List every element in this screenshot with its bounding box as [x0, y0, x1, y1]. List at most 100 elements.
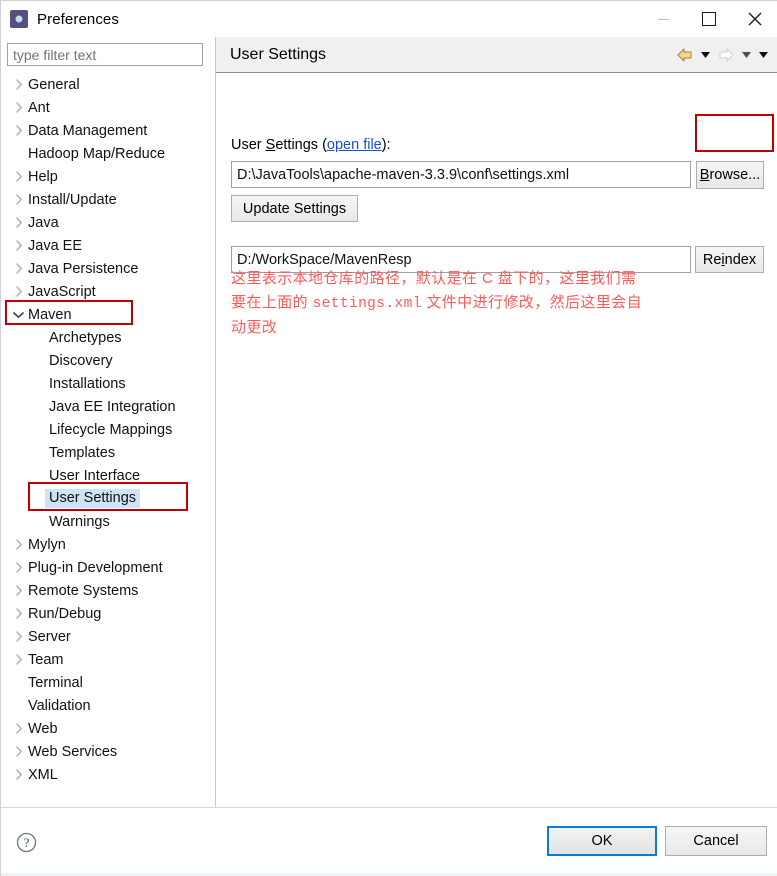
tree-item-java-persistence[interactable]: Java Persistence [1, 257, 215, 280]
tree-item-ant[interactable]: Ant [1, 96, 215, 119]
tree-item-java-ee[interactable]: Java EE [1, 234, 215, 257]
chevron-right-icon[interactable] [10, 188, 27, 211]
ok-button[interactable]: OK [547, 826, 657, 856]
tree-item-plug-in-development[interactable]: Plug-in Development [1, 556, 215, 579]
tree-item-discovery[interactable]: Discovery [1, 349, 215, 372]
tree-item-javascript[interactable]: JavaScript [1, 280, 215, 303]
chevron-right-icon[interactable] [10, 740, 27, 763]
back-history-chevron-down-icon[interactable] [698, 44, 713, 66]
chevron-right-icon[interactable] [10, 556, 27, 579]
tree-item-java[interactable]: Java [1, 211, 215, 234]
chevron-right-icon[interactable] [10, 763, 27, 786]
tree-item-web-services[interactable]: Web Services [1, 740, 215, 763]
tree-item-label: Java [28, 214, 59, 231]
forward-arrow-icon [715, 44, 737, 66]
tree-item-label: Archetypes [49, 329, 122, 346]
help-question-icon[interactable]: ? [16, 832, 37, 853]
chevron-right-icon[interactable] [10, 648, 27, 671]
red-annotation-text: 这里表示本地仓库的路径，默认是在 C 盘下的，这里我们需 要在上面的 setti… [231, 267, 761, 340]
cancel-button[interactable]: Cancel [665, 826, 767, 856]
tree-item-label: Server [28, 628, 71, 645]
tree-item-installations[interactable]: Installations [1, 372, 215, 395]
chevron-right-icon[interactable] [10, 579, 27, 602]
tree-item-user-settings[interactable]: User Settings [1, 487, 215, 510]
tree-item-general[interactable]: General [1, 73, 215, 96]
forward-history-chevron-down-icon[interactable] [739, 44, 754, 66]
update-settings-button[interactable]: Update Settings [231, 195, 358, 222]
minimize-icon[interactable] [640, 1, 686, 37]
tree-item-mylyn[interactable]: Mylyn [1, 533, 215, 556]
maximize-icon[interactable] [686, 1, 732, 37]
chevron-right-icon[interactable] [10, 257, 27, 280]
page-title: User Settings [230, 45, 327, 63]
tree-item-label: Validation [28, 697, 91, 714]
browse-label: rowse... [709, 167, 761, 183]
chevron-right-icon[interactable] [10, 73, 27, 96]
tree-item-archetypes[interactable]: Archetypes [1, 326, 215, 349]
chevron-right-icon[interactable] [10, 533, 27, 556]
tree-item-java-ee-integration[interactable]: Java EE Integration [1, 395, 215, 418]
tree-item-install-update[interactable]: Install/Update [1, 188, 215, 211]
panel-menu-chevron-down-icon[interactable] [756, 44, 771, 66]
chevron-right-icon[interactable] [10, 234, 27, 257]
user-settings-label: User Settings (open file): [231, 137, 391, 153]
preferences-tree-panel: General Ant Data Management Hadoop Map/Redu… [1, 37, 215, 807]
tree-item-run-debug[interactable]: Run/Debug [1, 602, 215, 625]
tree-item-label: Ant [28, 99, 50, 116]
close-icon[interactable] [732, 1, 777, 37]
open-file-link[interactable]: open file [327, 137, 382, 153]
tree-item-label: Run/Debug [28, 605, 102, 622]
chevron-right-icon[interactable] [10, 717, 27, 740]
tree-item-templates[interactable]: Templates [1, 441, 215, 464]
user-settings-path-input[interactable] [231, 161, 691, 188]
chevron-right-icon[interactable] [10, 602, 27, 625]
tree-item-label: Warnings [49, 513, 110, 530]
tree-item-hadoop-map-reduce[interactable]: Hadoop Map/Reduce [1, 142, 215, 165]
tree-item-label: Terminal [28, 674, 83, 691]
tree-item-validation[interactable]: Validation [1, 694, 215, 717]
filter-input[interactable] [7, 43, 203, 66]
tree-item-help[interactable]: Help [1, 165, 215, 188]
chevron-down-icon[interactable] [10, 303, 27, 326]
chevron-right-icon[interactable] [10, 165, 27, 188]
tree-item-user-interface[interactable]: User Interface [1, 464, 215, 487]
tree-item-team[interactable]: Team [1, 648, 215, 671]
tree-item-xml[interactable]: XML [1, 763, 215, 786]
chevron-right-icon[interactable] [10, 119, 27, 142]
browse-mnemonic: B [699, 167, 710, 183]
preferences-gear-icon [10, 10, 28, 28]
tree-item-label: Data Management [28, 122, 148, 139]
user-settings-label-end: ): [381, 137, 391, 153]
chevron-right-icon[interactable] [10, 625, 27, 648]
user-settings-label-mnemonic: S [265, 137, 276, 153]
tree-item-label: Web [28, 720, 58, 737]
tree-item-data-management[interactable]: Data Management [1, 119, 215, 142]
tree-item-label: Help [28, 168, 58, 185]
tree-item-terminal[interactable]: Terminal [1, 671, 215, 694]
chevron-right-icon[interactable] [10, 280, 27, 303]
preferences-tree[interactable]: General Ant Data Management Hadoop Map/Redu… [1, 73, 215, 807]
tree-item-web[interactable]: Web [1, 717, 215, 740]
tree-item-maven[interactable]: Maven [1, 303, 215, 326]
tree-item-remote-systems[interactable]: Remote Systems [1, 579, 215, 602]
tree-item-label: Mylyn [28, 536, 66, 553]
annotation-line-2a: 要在上面的 [231, 294, 313, 311]
tree-item-label: Java EE Integration [49, 398, 176, 415]
tree-item-label: Hadoop Map/Reduce [28, 145, 166, 162]
tree-item-label: Remote Systems [28, 582, 139, 599]
tree-item-warnings[interactable]: Warnings [1, 510, 215, 533]
annotation-settings-xml: settings.xml [312, 296, 422, 312]
tree-item-label: Lifecycle Mappings [49, 421, 173, 438]
tree-item-lifecycle-mappings[interactable]: Lifecycle Mappings [1, 418, 215, 441]
browse-button[interactable]: Browse... [696, 161, 764, 189]
chevron-right-icon[interactable] [10, 211, 27, 234]
back-arrow-icon[interactable] [674, 44, 696, 66]
title-bar: Preferences [1, 1, 777, 37]
reindex-label-post: ndex [724, 251, 757, 268]
tree-item-label: Team [28, 651, 64, 668]
tree-item-server[interactable]: Server [1, 625, 215, 648]
window-title: Preferences [37, 10, 119, 28]
chevron-right-icon[interactable] [10, 96, 27, 119]
